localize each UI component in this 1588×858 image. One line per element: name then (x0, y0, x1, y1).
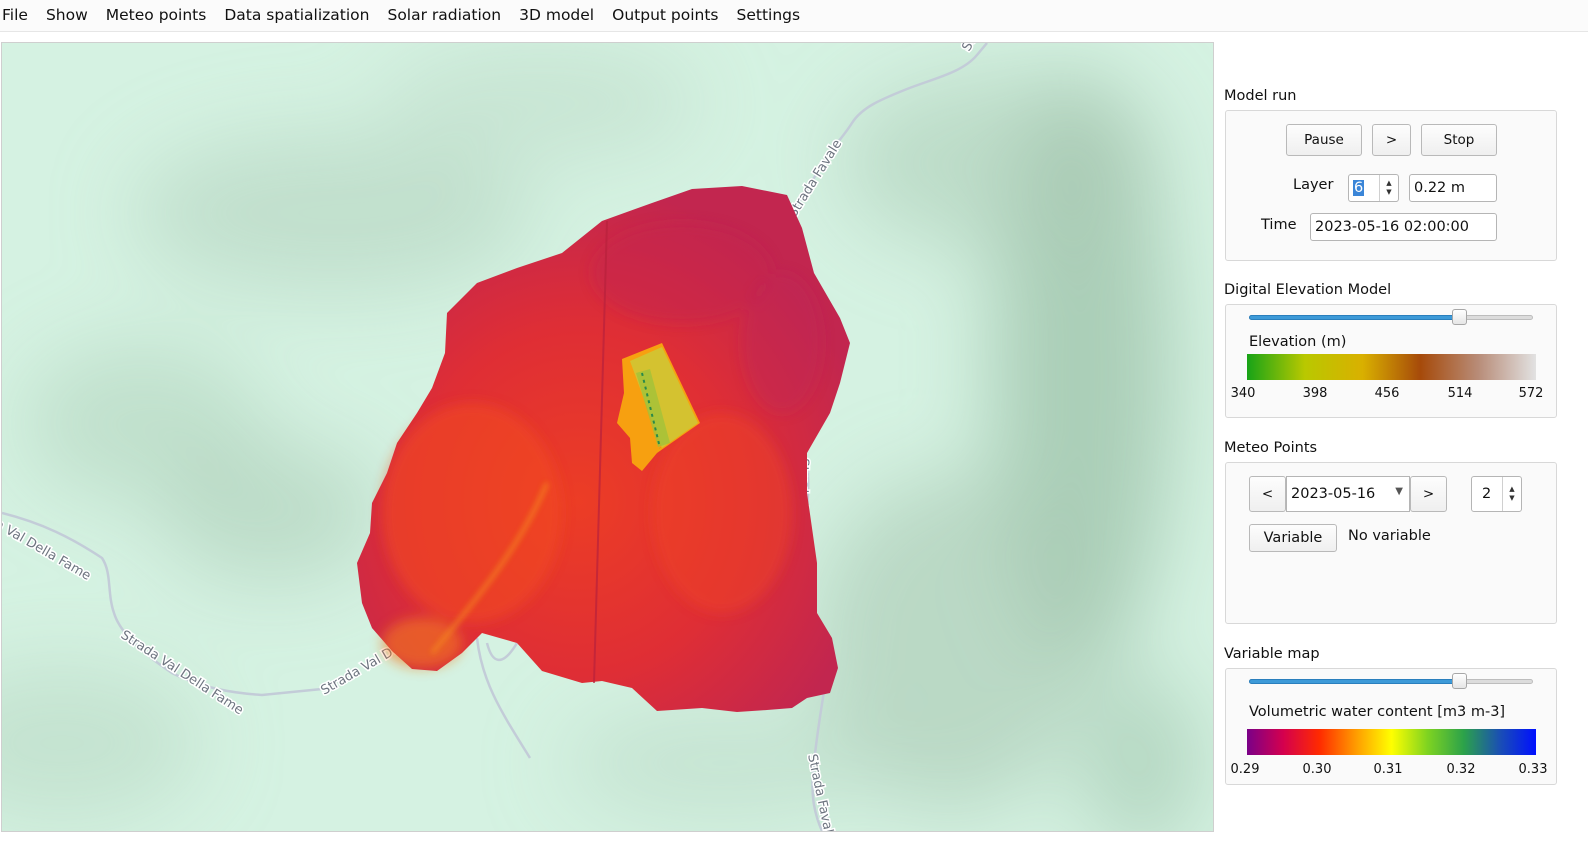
slider-handle[interactable] (1452, 309, 1468, 325)
slider-handle[interactable] (1452, 673, 1468, 689)
meteo-points-title: Meteo Points (1224, 440, 1318, 456)
tick-label: 456 (1374, 386, 1400, 401)
road-label: Strada Favale (786, 137, 846, 220)
layer-label: Layer (1293, 177, 1334, 193)
road-label: St (959, 43, 979, 54)
time-label: Time (1261, 217, 1297, 233)
elevation-ticks: 340 398 456 514 572 (1226, 386, 1556, 404)
variable-map-group: Volumetric water content [m3 m-3] 0.29 0… (1225, 668, 1557, 785)
menu-output-points[interactable]: Output points (603, 0, 727, 31)
menu-data-spatialization[interactable]: Data spatialization (215, 0, 378, 31)
elevation-colorbar (1247, 354, 1536, 380)
map-view[interactable]: St Strada Favale Strada Favale Strada Fa… (1, 42, 1214, 832)
model-run-group: Pause > Stop Layer 6 ▲ ▼ 0.22 m Time 2023… (1225, 110, 1557, 261)
variable-status: No variable (1348, 528, 1431, 544)
menu-3d-model[interactable]: 3D model (510, 0, 603, 31)
next-step-button[interactable]: > (1372, 124, 1411, 156)
tick-label: 340 (1230, 386, 1256, 401)
time-field[interactable]: 2023-05-16 02:00:00 (1310, 213, 1497, 241)
count-spinbox[interactable]: 2 ▲ ▼ (1471, 476, 1522, 512)
dem-group: Elevation (m) 340 398 456 514 572 (1225, 304, 1557, 418)
variable-button[interactable]: Variable (1249, 524, 1337, 552)
side-panel: Model run Pause > Stop Layer 6 ▲ ▼ 0.22 m… (1214, 42, 1588, 858)
date-combobox[interactable]: 2023-05-16 ▼ (1286, 476, 1410, 512)
tick-label: 398 (1302, 386, 1328, 401)
next-day-button[interactable]: > (1410, 476, 1447, 512)
dropdown-arrow-icon[interactable]: ▼ (1395, 486, 1403, 497)
tick-label: 0.29 (1230, 762, 1260, 777)
previous-day-button[interactable]: < (1249, 476, 1286, 512)
menu-show[interactable]: Show (37, 0, 97, 31)
count-value: 2 (1482, 486, 1492, 502)
date-value: 2023-05-16 (1291, 486, 1376, 502)
dem-opacity-slider[interactable] (1249, 309, 1533, 327)
elevation-legend-title: Elevation (m) (1249, 334, 1347, 350)
layer-spinbox[interactable]: 6 ▲ ▼ (1348, 174, 1399, 202)
model-run-title: Model run (1224, 88, 1297, 104)
tick-label: 0.32 (1446, 762, 1476, 777)
variable-map-opacity-slider[interactable] (1249, 673, 1533, 691)
menu-settings[interactable]: Settings (728, 0, 810, 31)
menu-solar-radiation[interactable]: Solar radiation (378, 0, 510, 31)
dem-title: Digital Elevation Model (1224, 282, 1392, 298)
spin-arrows-icon[interactable]: ▲ ▼ (1379, 175, 1398, 201)
tick-label: 572 (1518, 386, 1544, 401)
layer-value: 6 (1353, 180, 1365, 196)
pause-button[interactable]: Pause (1286, 124, 1362, 156)
menu-bar: File Show Meteo points Data spatializati… (0, 0, 1588, 32)
road-label: Strada Val Della Fame (2, 499, 93, 583)
menu-meteo-points[interactable]: Meteo points (97, 0, 216, 31)
spin-arrows-icon[interactable]: ▲ ▼ (1502, 477, 1521, 511)
map-canvas[interactable]: St Strada Favale Strada Favale Strada Fa… (2, 43, 1213, 831)
variable-legend-title: Volumetric water content [m3 m-3] (1249, 704, 1506, 720)
stop-button[interactable]: Stop (1421, 124, 1497, 156)
variable-map-title: Variable map (1224, 646, 1320, 662)
tick-label: 0.33 (1518, 762, 1548, 777)
tick-label: 0.30 (1302, 762, 1332, 777)
variable-colorbar (1247, 729, 1536, 755)
layer-depth-field[interactable]: 0.22 m (1409, 174, 1497, 202)
tick-label: 514 (1447, 386, 1473, 401)
menu-file[interactable]: File (0, 0, 37, 31)
meteo-points-group: < 2023-05-16 ▼ > 2 ▲ ▼ Variable No variab… (1225, 462, 1557, 624)
tick-label: 0.31 (1373, 762, 1403, 777)
variable-ticks: 0.29 0.30 0.31 0.32 0.33 (1226, 762, 1556, 780)
